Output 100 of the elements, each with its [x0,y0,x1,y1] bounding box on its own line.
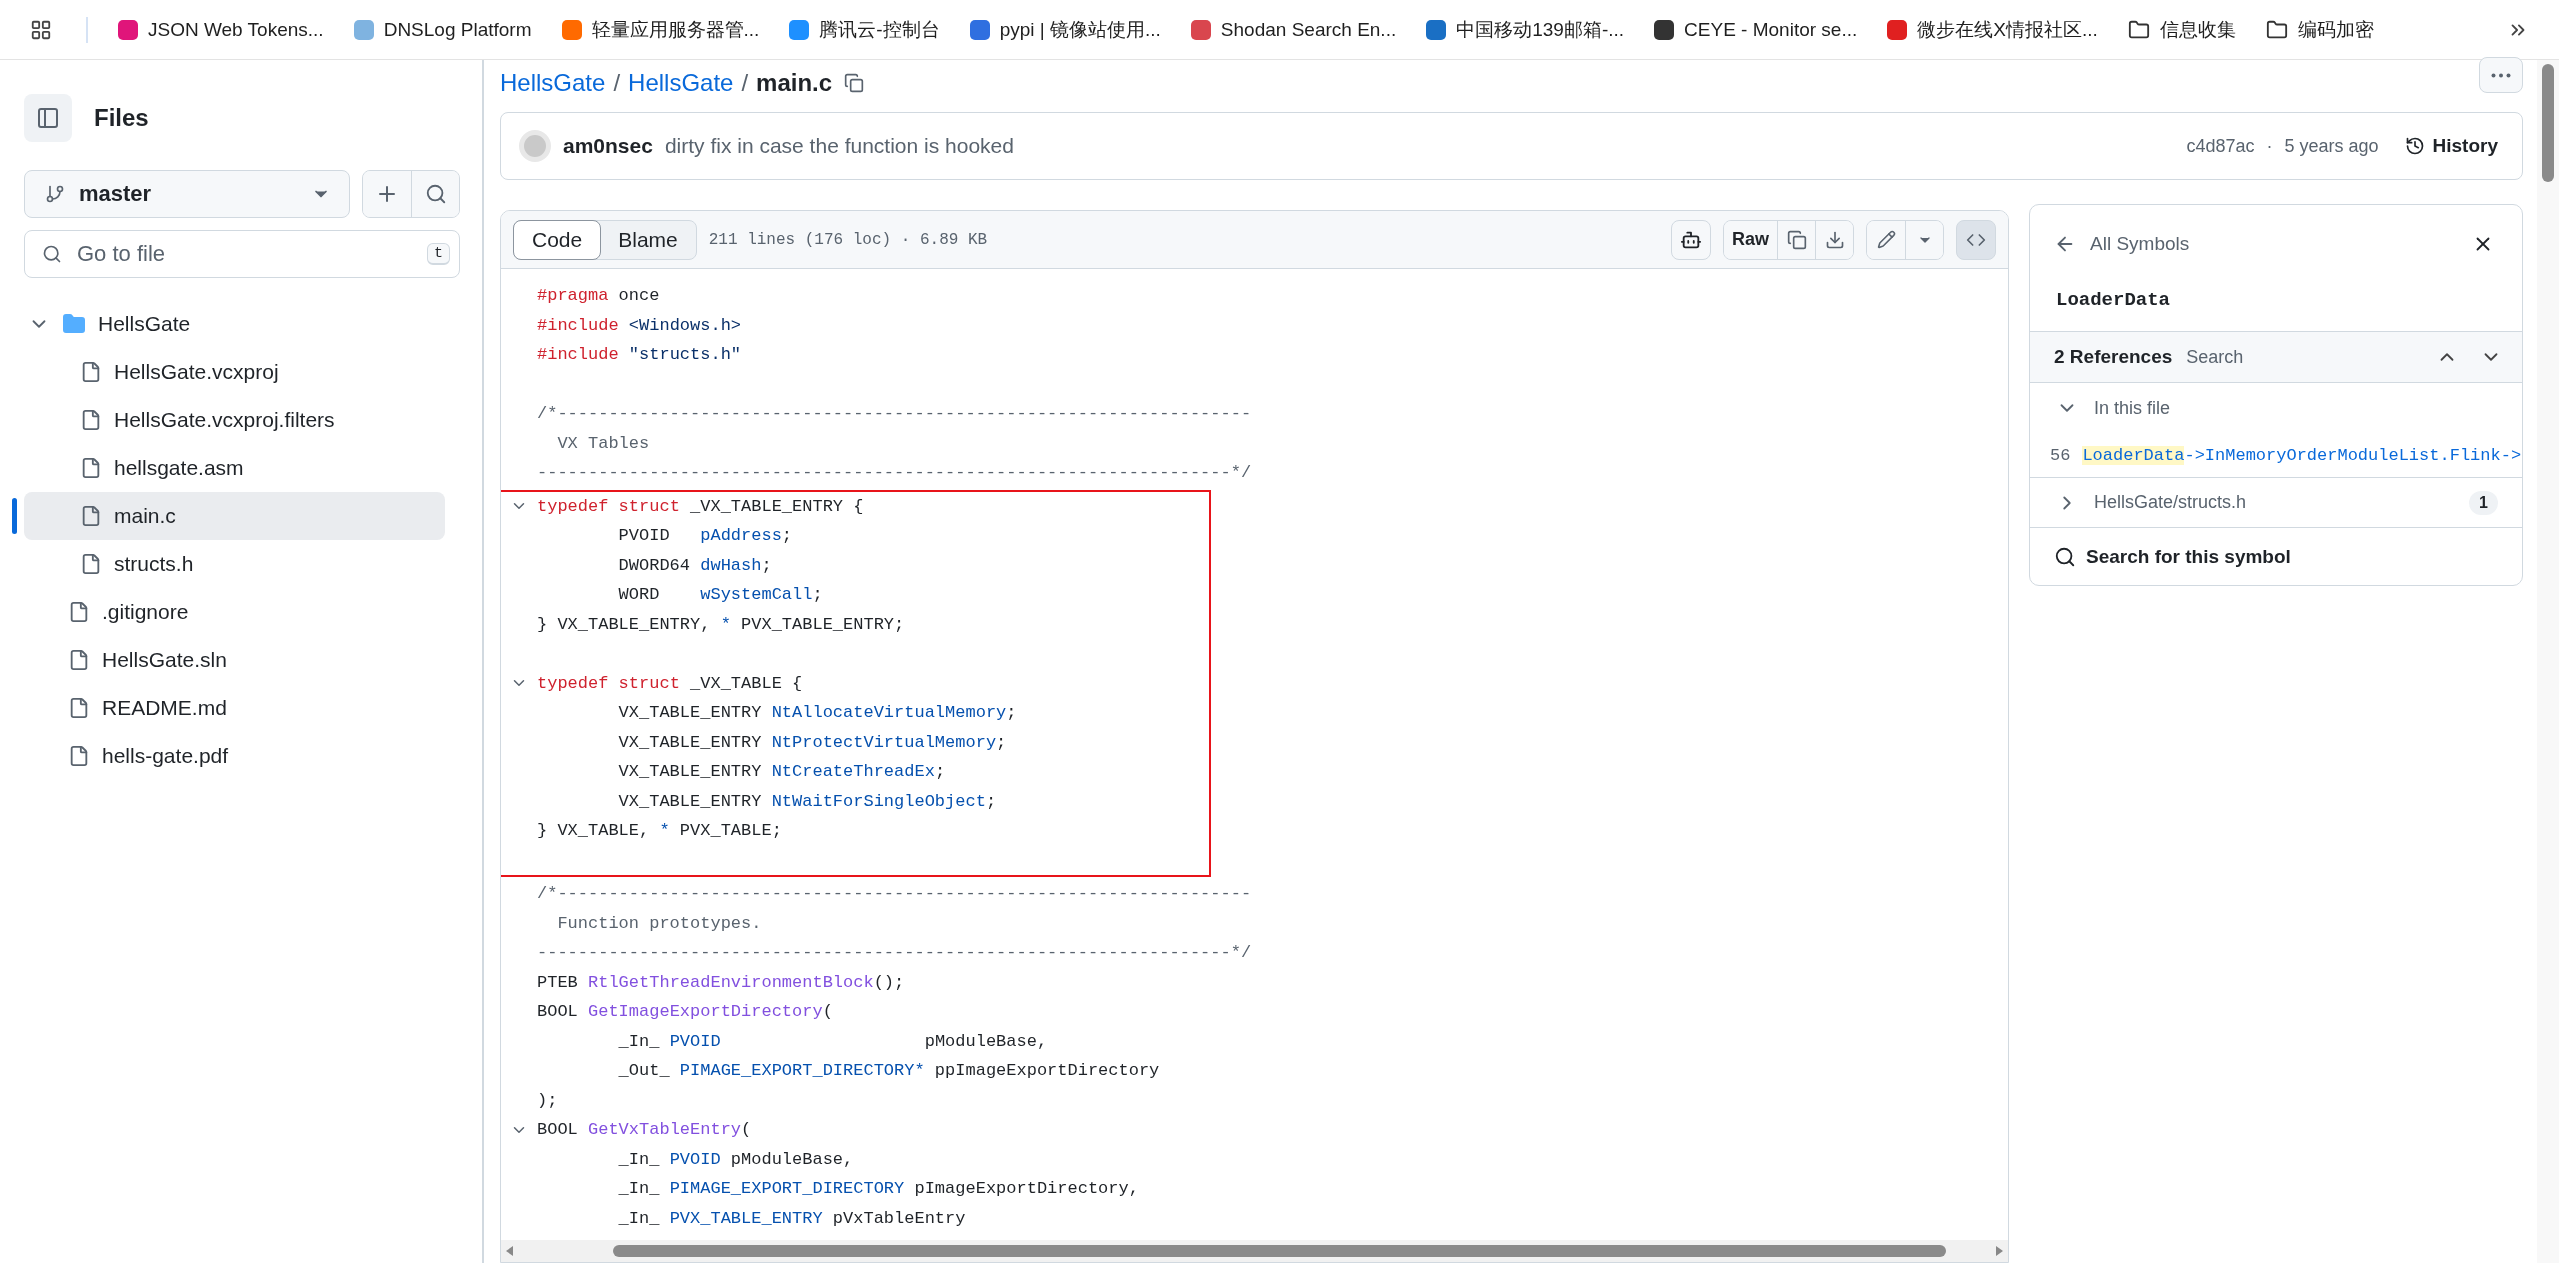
breadcrumb-separator: / [613,69,621,97]
code-line: BOOL GetVxTableEntry( [537,1120,752,1140]
file-icon [80,553,102,575]
history-button[interactable]: History [2398,134,2504,158]
view-tab[interactable]: Code [513,219,602,260]
code-line: } VX_TABLE, * PVX_TABLE; [537,821,782,841]
code-line: } VX_TABLE_ENTRY, * PVX_TABLE_ENTRY; [537,614,905,634]
code-line: #include "structs.h" [537,345,742,365]
folder-icon [2265,18,2288,41]
code-line: typedef struct _VX_TABLE_ENTRY { [537,496,864,516]
file-tree-item[interactable]: .gitignore [24,588,445,636]
file-tree-item[interactable]: README.md [24,684,445,732]
file-icon [80,409,102,431]
bookmark-link[interactable]: pypi | 镜像站使用... [969,16,1161,43]
commit-author[interactable]: am0nsec [563,134,653,158]
pencil-icon [1876,230,1896,249]
download-button[interactable] [1815,220,1853,259]
bookmark-link[interactable]: 信息收集 [2127,16,2236,43]
code-line: /*-------------------------------------------------------------------- [537,884,1252,904]
code-line: WORD wSystemCall; [617,585,823,605]
file-icon [80,361,102,383]
code-line: DWORD64 dwHash; [617,555,772,575]
scroll-left-icon[interactable] [505,1246,515,1256]
reference-line[interactable]: 56 LoaderData->InMemoryOrderModuleList.Flink-> [2030,433,2522,477]
breadcrumb-link[interactable]: HellsGate [628,69,734,97]
commit-time: 5 years ago [2284,135,2379,157]
file-icon [80,457,102,479]
collapse-sidebar-button[interactable] [24,94,72,142]
code-line: _In_ PIMAGE_EXPORT_DIRECTORY pImageExportDirectory, [617,1179,1139,1199]
file-icon [80,505,102,527]
search-icon [2054,545,2076,568]
file-tree-item[interactable]: structs.h [24,540,445,588]
folder-icon [62,312,86,336]
code-line: typedef struct _VX_TABLE { [537,673,803,693]
bookmark-link[interactable]: 微步在线X情报社区... [1887,16,2098,43]
bookmark-link[interactable]: 腾讯云-控制台 [789,16,940,43]
horizontal-scrollbar[interactable] [501,1240,2008,1262]
files-title: Files [94,104,149,132]
scroll-right-icon[interactable] [1994,1246,2004,1256]
references-search-link[interactable]: Search [2186,346,2244,368]
code-line: VX_TABLE_ENTRY NtCreateThreadEx; [617,762,946,782]
download-icon [1824,229,1845,250]
file-icon [68,601,90,623]
selection-indicator [12,498,17,534]
references-count: 2 References [2054,346,2173,368]
bookmark-link[interactable]: DNSLog Platform [353,18,532,41]
bookmark-link[interactable]: Shodan Search En... [1190,18,1397,41]
code-line: BOOL GetImageExportDirectory( [537,1002,833,1022]
symbols-panel-button[interactable] [1956,219,1996,260]
file-tree-item[interactable]: hells-gate.pdf [24,732,445,780]
all-symbols-link[interactable]: All Symbols [2054,233,2190,255]
file-icon [68,649,90,671]
grid-icon [30,18,52,41]
code-line: _In_ PVX_TABLE_ENTRY pVxTableEntry [617,1208,966,1228]
code-line: PTEB RtlGetThreadEnvironmentBlock(); [537,972,905,992]
commit-message[interactable]: dirty fix in case the function is hooked [664,134,1014,158]
file-tree-item[interactable]: HellsGate.sln [24,636,445,684]
copy-icon [1786,229,1807,250]
bookmark-link[interactable]: 轻量应用服务器管... [561,16,760,43]
file-icon [68,697,90,719]
code-line: Function prototypes. [556,913,762,933]
folder-icon [2127,18,2150,41]
breadcrumb-link[interactable]: HellsGate [500,69,606,97]
search-button[interactable] [411,171,459,217]
commit-sha[interactable]: c4d87ac [2186,135,2255,157]
file-tree-item[interactable]: HellsGate.vcxproj.filters [24,396,445,444]
search-icon [424,183,447,205]
code-line: VX_TABLE_ENTRY NtAllocateVirtualMemory; [617,703,1017,723]
code-line: /*-------------------------------------------------------------------- [537,404,1252,424]
bookmark-link[interactable]: 中国移动139邮箱-... [1426,16,1625,43]
bookmark-link[interactable]: 编码加密 [2265,16,2374,43]
file-tree-item[interactable]: HellsGate [24,300,445,348]
code-line: _In_ PVOID pModuleBase, [617,1031,1048,1051]
branch-selector[interactable]: master [24,170,350,218]
file-icon [68,745,90,767]
bookmark-link[interactable]: CEYE - Monitor se... [1654,18,1858,41]
breadcrumb-current: main.c [756,69,833,97]
meta-separator: · [2266,135,2273,157]
code-line: #include <Windows.h> [537,315,742,335]
code-line: VX Tables [556,433,650,453]
search-icon [42,244,62,264]
view-tab[interactable]: Blame [599,219,697,260]
copy-icon [844,73,865,93]
bookmark-link[interactable]: JSON Web Tokens... [118,18,324,41]
copilot-button[interactable] [1671,219,1711,260]
code-line: _Out_ PIMAGE_EXPORT_DIRECTORY* ppImageExportDirectory [617,1061,1160,1081]
search-symbol-link[interactable]: Search for this symbol [2030,527,2522,585]
vertical-scrollbar[interactable] [2537,60,2559,1263]
code-line: --------------------------------------------------------------------*/ [537,943,1252,963]
code-line: PVOID pAddress; [617,526,793,546]
file-info: 211 lines (176 loc) · 6.89 KB [708,230,988,249]
code-line: ); [537,1090,558,1110]
code-line: --------------------------------------------------------------------*/ [537,463,1252,483]
file-tree-item[interactable]: hellsgate.asm [24,444,445,492]
sidebar-panel-icon [36,106,60,130]
file-tree-item[interactable]: HellsGate.vcxproj [24,348,445,396]
history-icon [2404,136,2425,156]
code-line: #pragma once [537,286,660,306]
symbol-name: LoaderData [2055,289,2172,311]
keyboard-shortcut-hint: t [427,243,450,265]
